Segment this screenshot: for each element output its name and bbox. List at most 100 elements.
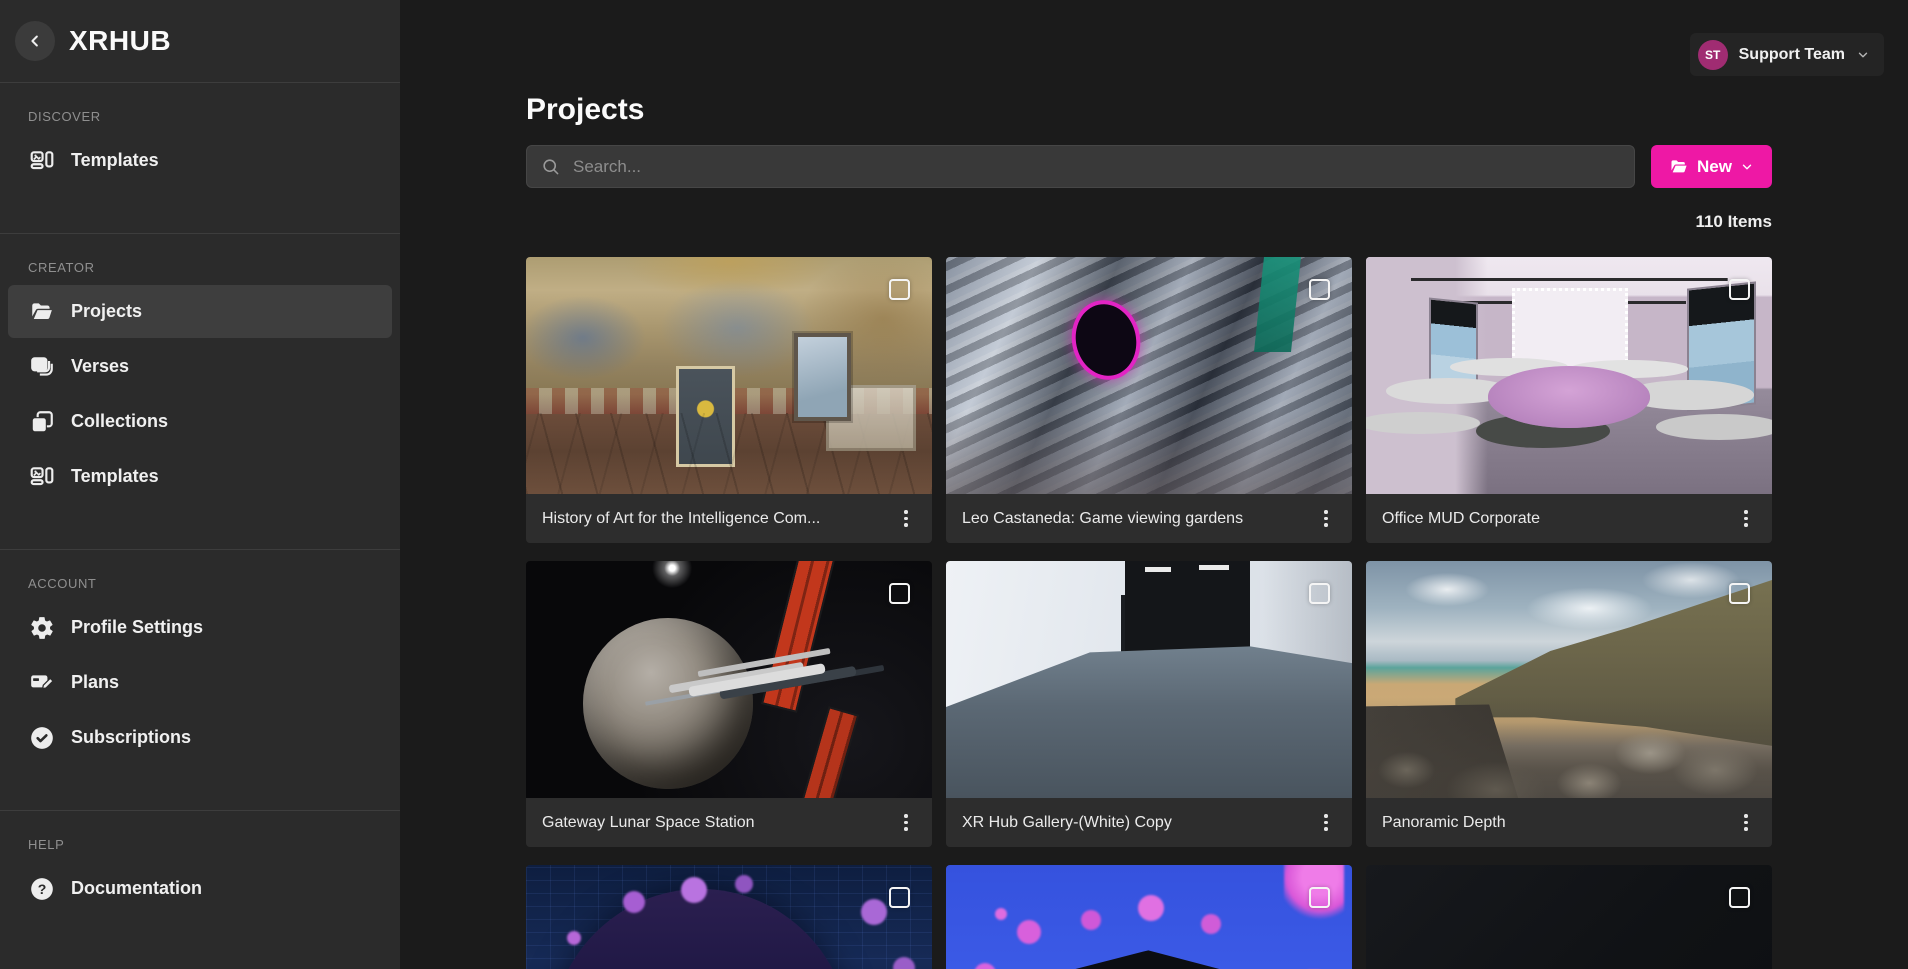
sidebar-item-collections[interactable]: Collections <box>8 395 392 448</box>
thumbnail-art <box>946 409 1352 494</box>
question-circle-icon: ? <box>29 876 55 902</box>
sidebar-item-profile-settings[interactable]: Profile Settings <box>8 601 392 654</box>
toolbar: New <box>526 145 1772 188</box>
sidebar-item-label: Profile Settings <box>71 617 203 638</box>
kebab-menu-button[interactable] <box>1312 502 1340 536</box>
project-card[interactable]: History of Art for the Intelligence Com.… <box>526 257 932 543</box>
section-items: Templates <box>0 134 400 187</box>
card-pencil-icon <box>29 670 55 696</box>
search-input[interactable] <box>571 156 1620 178</box>
project-thumbnail[interactable] <box>526 257 932 494</box>
check-circle-icon <box>29 725 55 751</box>
project-thumbnail[interactable] <box>1366 257 1772 494</box>
sidebar-nav: DISCOVER Templates CREATOR Projects Vers… <box>0 83 400 961</box>
chevron-down-icon <box>1856 48 1870 62</box>
select-checkbox[interactable] <box>1729 583 1750 604</box>
select-checkbox[interactable] <box>1309 887 1330 908</box>
project-title: Panoramic Depth <box>1382 814 1724 832</box>
sidebar-item-label: Templates <box>71 150 159 171</box>
layers-icon <box>29 354 55 380</box>
project-thumbnail[interactable] <box>526 561 932 798</box>
project-card[interactable]: XR Hub Gallery-(White) Copy <box>946 561 1352 847</box>
thumbnail-art <box>1263 561 1352 727</box>
kebab-menu-button[interactable] <box>892 502 920 536</box>
user-name: Support Team <box>1739 46 1845 64</box>
project-thumbnail[interactable] <box>946 865 1352 969</box>
sidebar-item-label: Templates <box>71 466 159 487</box>
app-root: XRHUB DISCOVER Templates CREATOR Project… <box>0 0 1908 969</box>
select-checkbox[interactable] <box>889 887 910 908</box>
search-box[interactable] <box>526 145 1635 188</box>
sidebar-section: CREATOR Projects Verses Collections Temp… <box>0 234 400 550</box>
card-title-bar: Panoramic Depth <box>1366 798 1772 847</box>
project-thumbnail[interactable] <box>946 561 1352 798</box>
thumbnail-art <box>1429 297 1478 397</box>
project-card[interactable] <box>526 865 932 969</box>
project-thumbnail[interactable] <box>526 865 932 969</box>
sidebar-item-templates[interactable]: Templates <box>8 450 392 503</box>
select-checkbox[interactable] <box>1309 279 1330 300</box>
sidebar-item-subscriptions[interactable]: Subscriptions <box>8 711 392 764</box>
collections-icon <box>29 409 55 435</box>
sidebar-item-label: Plans <box>71 672 119 693</box>
kebab-menu-button[interactable] <box>1732 502 1760 536</box>
select-checkbox[interactable] <box>889 279 910 300</box>
sidebar-item-label: Subscriptions <box>71 727 191 748</box>
chevron-left-icon <box>26 32 44 50</box>
kebab-menu-button[interactable] <box>1732 806 1760 840</box>
thumbnail-art <box>761 561 839 712</box>
avatar: ST <box>1698 40 1728 70</box>
section-label: CREATOR <box>28 260 400 275</box>
card-title-bar: XR Hub Gallery-(White) Copy <box>946 798 1352 847</box>
kebab-menu-button[interactable] <box>892 806 920 840</box>
project-title: History of Art for the Intelligence Com.… <box>542 510 884 528</box>
sidebar-item-label: Projects <box>71 301 142 322</box>
new-button-label: New <box>1697 157 1732 177</box>
gear-icon <box>29 615 55 641</box>
templates-icon <box>29 464 55 490</box>
card-title-bar: Leo Castaneda: Game viewing gardens <box>946 494 1352 543</box>
folder-icon <box>29 299 55 325</box>
sidebar-section: ACCOUNT Profile Settings Plans Subscript… <box>0 550 400 811</box>
section-items: ? Documentation <box>0 862 400 915</box>
page-title: Projects <box>526 92 1772 128</box>
sidebar: XRHUB DISCOVER Templates CREATOR Project… <box>0 0 400 969</box>
project-card[interactable]: Office MUD Corporate <box>1366 257 1772 543</box>
project-card[interactable]: Leo Castaneda: Game viewing gardens <box>946 257 1352 543</box>
content: Projects New 110 <box>526 0 1772 969</box>
section-label: HELP <box>28 837 400 852</box>
project-card[interactable]: Panoramic Depth <box>1366 561 1772 847</box>
section-items: Profile Settings Plans Subscriptions <box>0 601 400 764</box>
project-card[interactable] <box>946 865 1352 969</box>
section-label: ACCOUNT <box>28 576 400 591</box>
select-checkbox[interactable] <box>1309 583 1330 604</box>
user-menu[interactable]: ST Support Team <box>1690 33 1884 76</box>
back-button[interactable] <box>15 21 55 61</box>
sidebar-item-documentation[interactable]: ? Documentation <box>8 862 392 915</box>
project-thumbnail[interactable] <box>946 257 1352 494</box>
sidebar-item-projects[interactable]: Projects <box>8 285 392 338</box>
project-card[interactable] <box>1366 865 1772 969</box>
sidebar-item-plans[interactable]: Plans <box>8 656 392 709</box>
sidebar-item-label: Documentation <box>71 878 202 899</box>
project-title: Gateway Lunar Space Station <box>542 814 884 832</box>
select-checkbox[interactable] <box>889 583 910 604</box>
project-title: Leo Castaneda: Game viewing gardens <box>962 510 1304 528</box>
project-title: XR Hub Gallery-(White) Copy <box>962 814 1304 832</box>
project-thumbnail[interactable] <box>1366 865 1772 969</box>
kebab-menu-button[interactable] <box>1312 806 1340 840</box>
sidebar-item-templates[interactable]: Templates <box>8 134 392 187</box>
card-title-bar: History of Art for the Intelligence Com.… <box>526 494 932 543</box>
project-card[interactable]: Gateway Lunar Space Station <box>526 561 932 847</box>
select-checkbox[interactable] <box>1729 279 1750 300</box>
thumbnail-art <box>1366 685 1544 798</box>
project-thumbnail[interactable] <box>1366 561 1772 798</box>
select-checkbox[interactable] <box>1729 887 1750 908</box>
sidebar-section: DISCOVER Templates <box>0 83 400 234</box>
chevron-down-icon <box>1740 160 1754 174</box>
new-button[interactable]: New <box>1651 145 1772 188</box>
templates-icon <box>29 148 55 174</box>
sidebar-item-verses[interactable]: Verses <box>8 340 392 393</box>
folder-open-icon <box>1669 157 1689 177</box>
thumbnail-art <box>826 385 915 451</box>
